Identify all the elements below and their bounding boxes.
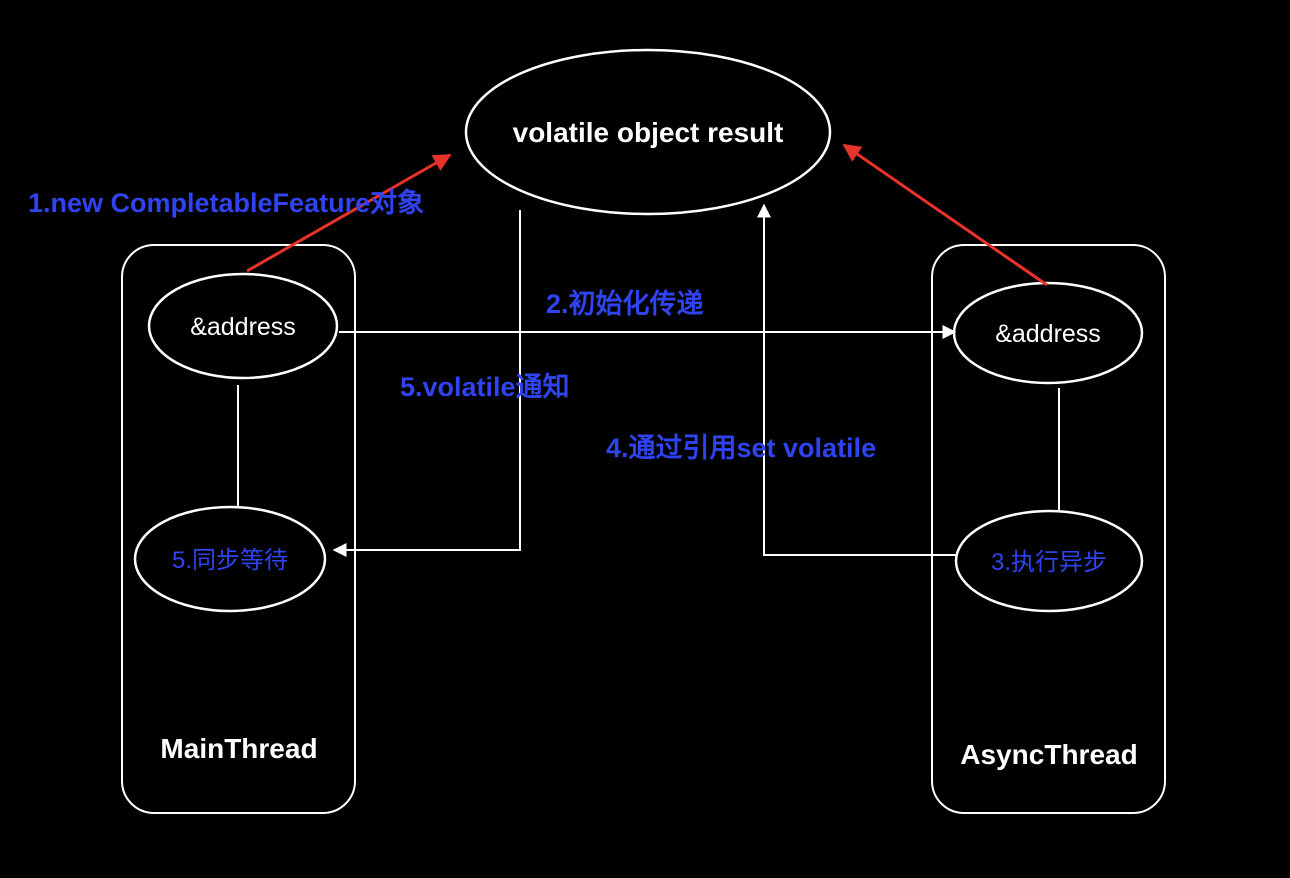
- main-wait-label: 5.同步等待: [172, 547, 288, 574]
- async-address-label: &address: [995, 320, 1101, 348]
- set-volatile-arrow: [757, 203, 956, 556]
- main-address-label: &address: [190, 313, 296, 341]
- async-exec-label: 3.执行异步: [991, 549, 1107, 576]
- result-label: volatile object result: [513, 117, 784, 148]
- step2-label: 2.初始化传递: [546, 288, 704, 319]
- async-thread-title: AsyncThread: [960, 739, 1137, 770]
- step5-label: 5.volatile通知: [400, 372, 570, 402]
- step4-label: 4.通过引用set volatile: [606, 433, 876, 463]
- step1-label: 1.new CompletableFeature对象: [28, 187, 424, 218]
- main-thread-title: MainThread: [160, 733, 317, 764]
- diagram-canvas: volatile object result &address 5.同步等待 M…: [28, 48, 1166, 814]
- async-to-result-arrow: [842, 143, 1048, 287]
